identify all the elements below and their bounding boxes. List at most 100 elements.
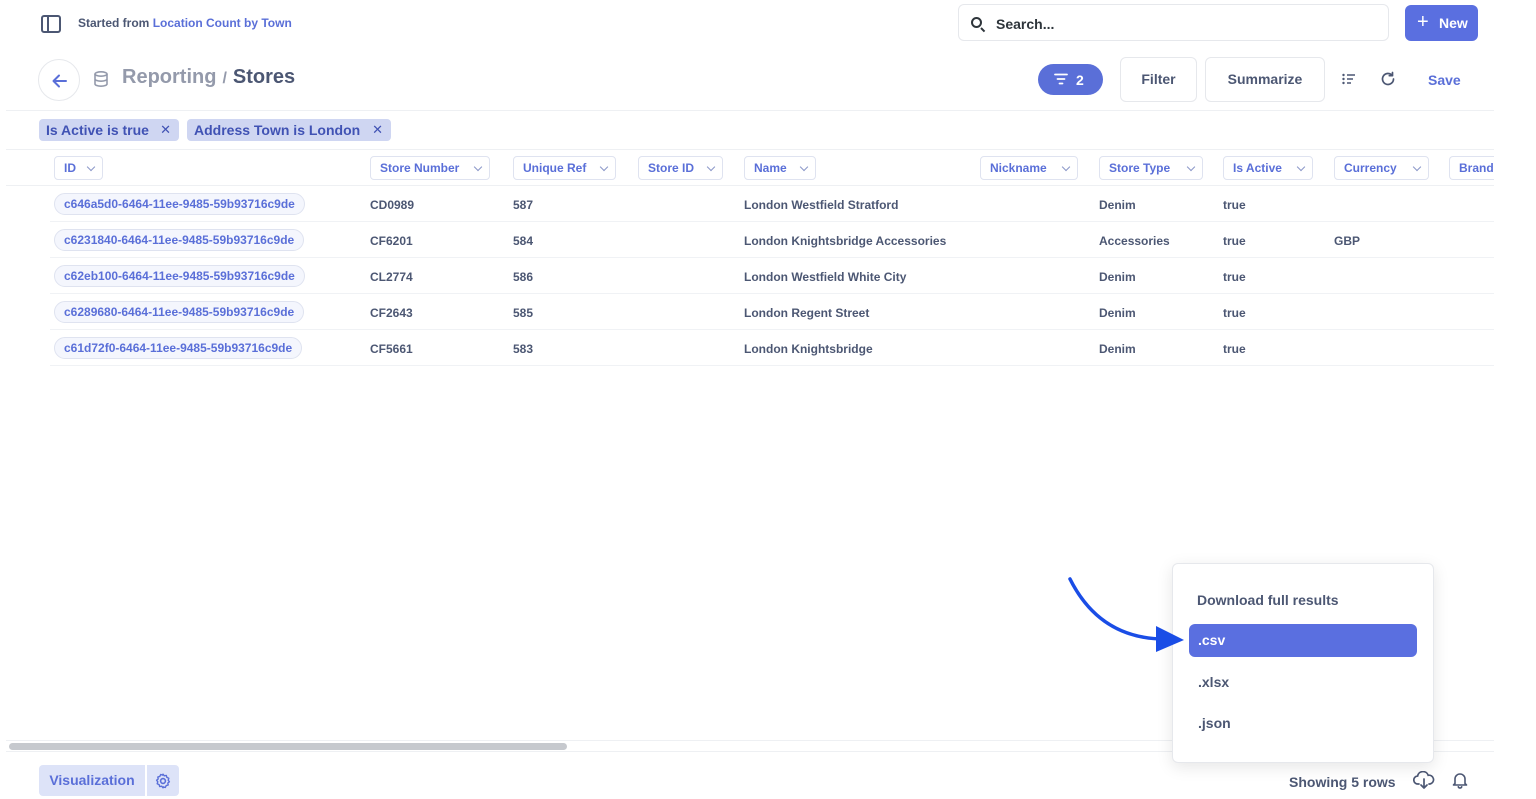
filter-button[interactable]: Filter xyxy=(1120,57,1197,102)
download-xlsx-option[interactable]: .xlsx xyxy=(1189,666,1417,699)
table-row: c646a5d0-6464-11ee-9485-59b93716c9de CD0… xyxy=(50,186,1494,222)
store-number-cell: CL2774 xyxy=(370,270,413,284)
is-active-cell: true xyxy=(1223,234,1246,248)
store-type-cell: Denim xyxy=(1099,270,1136,284)
table-row: c61d72f0-6464-11ee-9485-59b93716c9de CF5… xyxy=(50,330,1494,366)
store-number-cell: CF5661 xyxy=(370,342,413,356)
column-header-label: Is Active xyxy=(1233,161,1282,175)
is-active-cell: true xyxy=(1223,270,1246,284)
sidebar-toggle-icon[interactable] xyxy=(41,15,61,33)
column-header-currency[interactable]: Currency xyxy=(1334,156,1429,180)
unique-ref-cell: 585 xyxy=(513,306,534,320)
table-row: c6289680-6464-11ee-9485-59b93716c9de CF2… xyxy=(50,294,1494,330)
id-cell[interactable]: c646a5d0-6464-11ee-9485-59b93716c9de xyxy=(54,193,305,215)
summarize-button[interactable]: Summarize xyxy=(1205,57,1325,102)
list-icon[interactable] xyxy=(1342,73,1356,85)
download-popover-title: Download full results xyxy=(1197,592,1339,608)
search-icon xyxy=(971,17,982,28)
name-cell: London Westfield White City xyxy=(744,270,907,284)
unique-ref-cell: 587 xyxy=(513,198,534,212)
is-active-cell: true xyxy=(1223,306,1246,320)
chevron-down-icon xyxy=(599,162,609,172)
column-header-label: ID xyxy=(64,161,76,175)
visualization-button[interactable]: Visualization xyxy=(39,765,145,796)
column-header-name[interactable]: Name xyxy=(744,156,816,180)
chevron-down-icon xyxy=(706,162,716,172)
close-icon[interactable]: ✕ xyxy=(160,119,171,141)
download-json-option[interactable]: .json xyxy=(1189,707,1417,740)
page-title: Stores xyxy=(232,66,296,88)
column-header-unique-ref[interactable]: Unique Ref xyxy=(513,156,616,180)
filter-chip-label: Is Active is true xyxy=(46,122,149,138)
column-header-label: Store Type xyxy=(1109,161,1171,175)
table-row: c6231840-6464-11ee-9485-59b93716c9de CF6… xyxy=(50,222,1494,258)
name-cell: London Westfield Stratford xyxy=(744,198,899,212)
column-header-id[interactable]: ID xyxy=(54,156,103,180)
column-header-label: Store ID xyxy=(648,161,695,175)
column-header-label: Name xyxy=(754,161,787,175)
column-header-nickname[interactable]: Nickname xyxy=(980,156,1078,180)
refresh-icon[interactable] xyxy=(1380,71,1396,87)
download-popover: Download full results .csv .xlsx .json xyxy=(1172,563,1434,763)
breadcrumb-separator: / xyxy=(222,70,227,87)
column-header-is-active[interactable]: Is Active xyxy=(1223,156,1313,180)
bell-icon[interactable] xyxy=(1451,771,1469,789)
column-header-label: Nickname xyxy=(990,161,1047,175)
gear-icon xyxy=(155,773,171,789)
chevron-down-icon xyxy=(473,162,483,172)
divider xyxy=(6,110,1494,111)
row-count: Showing 5 rows xyxy=(1289,774,1396,790)
chevron-down-icon xyxy=(799,162,809,172)
column-header-store-id[interactable]: Store ID xyxy=(638,156,723,180)
unique-ref-cell: 586 xyxy=(513,270,534,284)
filter-count: 2 xyxy=(1076,72,1084,88)
settings-button[interactable] xyxy=(147,765,179,796)
name-cell: London Knightsbridge Accessories xyxy=(744,234,947,248)
column-header-label: Currency xyxy=(1344,161,1397,175)
filter-chip-address-town[interactable]: Address Town is London ✕ xyxy=(187,119,391,141)
filter-chip-is-active[interactable]: Is Active is true ✕ xyxy=(39,119,179,141)
table-row: c62eb100-6464-11ee-9485-59b93716c9de CL2… xyxy=(50,258,1494,294)
unique-ref-cell: 584 xyxy=(513,234,534,248)
filter-chip-label: Address Town is London xyxy=(194,122,361,138)
plus-icon: + xyxy=(1417,11,1429,33)
id-cell[interactable]: c61d72f0-6464-11ee-9485-59b93716c9de xyxy=(54,337,303,359)
column-header-label: Unique Ref xyxy=(523,161,587,175)
search-input[interactable]: Search... xyxy=(958,4,1389,41)
new-button[interactable]: + New xyxy=(1405,5,1478,41)
back-button[interactable] xyxy=(38,59,80,101)
store-number-cell: CF2643 xyxy=(370,306,413,320)
chevron-down-icon xyxy=(1296,162,1306,172)
unique-ref-cell: 583 xyxy=(513,342,534,356)
store-type-cell: Denim xyxy=(1099,198,1136,212)
divider xyxy=(6,149,1494,150)
chevron-down-icon xyxy=(1412,162,1422,172)
started-from: Started from Location Count by Town xyxy=(78,16,292,30)
column-header-label: Store Number xyxy=(380,161,460,175)
download-csv-option[interactable]: .csv xyxy=(1189,624,1417,657)
filter-count-button[interactable]: 2 xyxy=(1038,64,1103,95)
download-icon[interactable] xyxy=(1413,771,1435,789)
new-button-label: New xyxy=(1439,15,1468,31)
database-icon xyxy=(94,71,108,87)
currency-cell: GBP xyxy=(1334,234,1361,248)
store-number-cell: CD0989 xyxy=(370,198,415,212)
started-from-link[interactable]: Location Count by Town xyxy=(153,16,292,30)
annotation-arrow-icon xyxy=(1068,577,1184,652)
close-icon[interactable]: ✕ xyxy=(372,119,383,141)
id-cell[interactable]: c62eb100-6464-11ee-9485-59b93716c9de xyxy=(54,265,305,287)
chevron-down-icon xyxy=(1186,162,1196,172)
id-cell[interactable]: c6231840-6464-11ee-9485-59b93716c9de xyxy=(54,229,305,251)
save-button[interactable]: Save xyxy=(1428,72,1461,88)
chevron-down-icon xyxy=(86,162,96,172)
column-header-store-number[interactable]: Store Number xyxy=(370,156,490,180)
breadcrumb-parent[interactable]: Reporting xyxy=(122,66,216,88)
store-type-cell: Denim xyxy=(1099,306,1136,320)
column-header-brand[interactable]: Brand xyxy=(1449,156,1494,180)
store-type-cell: Accessories xyxy=(1099,234,1170,248)
column-header-store-type[interactable]: Store Type xyxy=(1099,156,1203,180)
is-active-cell: true xyxy=(1223,198,1246,212)
name-cell: London Regent Street xyxy=(744,306,870,320)
id-cell[interactable]: c6289680-6464-11ee-9485-59b93716c9de xyxy=(54,301,305,323)
horizontal-scrollbar-thumb[interactable] xyxy=(9,743,567,750)
